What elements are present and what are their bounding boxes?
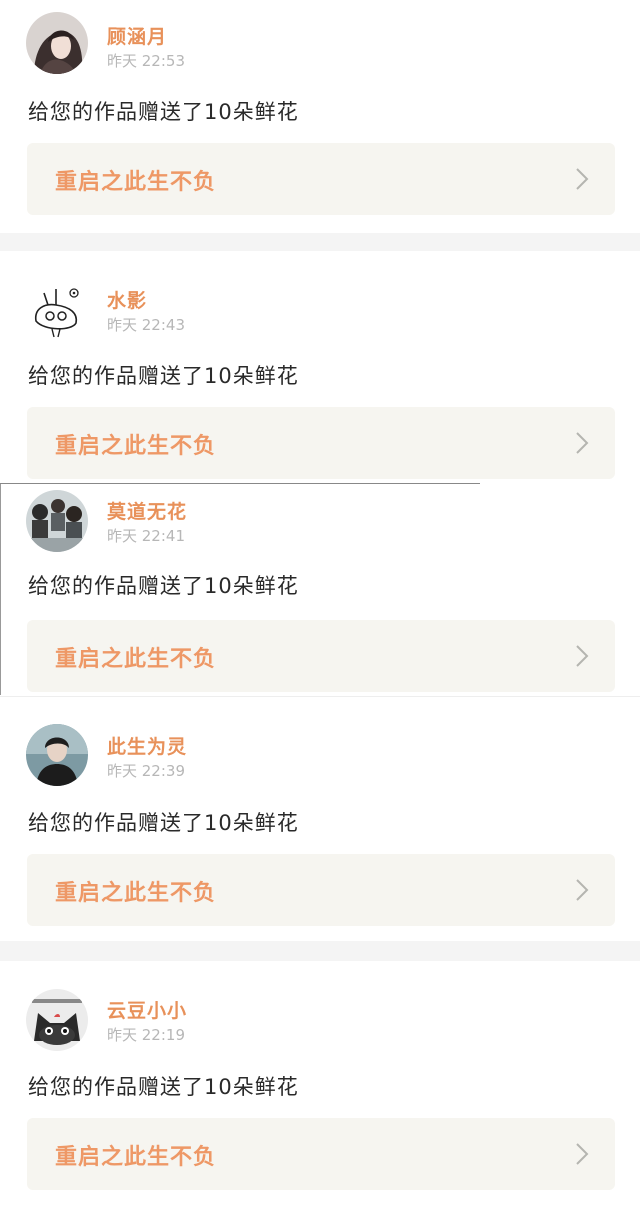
timestamp: 昨天 22:19 bbox=[107, 1026, 185, 1044]
work-link-card[interactable]: 重启之此生不负 bbox=[27, 1118, 615, 1190]
work-title: 重启之此生不负 bbox=[55, 881, 217, 906]
work-title: 重启之此生不负 bbox=[55, 434, 217, 459]
gift-message: 给您的作品赠送了10朵鲜花 bbox=[28, 574, 299, 598]
work-title: 重启之此生不负 bbox=[55, 647, 217, 672]
avatar-boy-portrait-icon[interactable] bbox=[26, 724, 88, 786]
work-link-card[interactable]: 重启之此生不负 bbox=[27, 620, 615, 692]
section-separator bbox=[0, 233, 640, 251]
avatar-cartoon-cat-icon[interactable] bbox=[26, 989, 88, 1051]
work-title: 重启之此生不负 bbox=[55, 1145, 217, 1170]
gift-message: 给您的作品赠送了10朵鲜花 bbox=[28, 100, 299, 124]
username[interactable]: 水影 bbox=[107, 286, 147, 313]
chevron-right-icon bbox=[576, 879, 589, 901]
notification-item[interactable]: 顾涵月 昨天 22:53 给您的作品赠送了10朵鲜花 重启之此生不负 bbox=[0, 0, 640, 233]
gift-message: 给您的作品赠送了10朵鲜花 bbox=[28, 364, 299, 388]
chevron-right-icon bbox=[576, 1143, 589, 1165]
timestamp: 昨天 22:39 bbox=[107, 762, 185, 780]
username[interactable]: 云豆小小 bbox=[107, 996, 187, 1023]
username[interactable]: 顾涵月 bbox=[107, 22, 167, 49]
notification-item[interactable]: 云豆小小 昨天 22:19 给您的作品赠送了10朵鲜花 重启之此生不负 bbox=[0, 961, 640, 1206]
username[interactable]: 莫道无花 bbox=[107, 497, 187, 524]
avatar-group-photo-icon[interactable] bbox=[26, 490, 88, 552]
section-separator bbox=[0, 941, 640, 961]
work-link-card[interactable]: 重启之此生不负 bbox=[27, 407, 615, 479]
work-title: 重启之此生不负 bbox=[55, 170, 217, 195]
timestamp: 昨天 22:43 bbox=[107, 316, 185, 334]
notification-item[interactable]: 莫道无花 昨天 22:41 给您的作品赠送了10朵鲜花 重启之此生不负 bbox=[0, 484, 640, 695]
gift-message: 给您的作品赠送了10朵鲜花 bbox=[28, 1075, 299, 1099]
username[interactable]: 此生为灵 bbox=[107, 732, 187, 759]
notification-item[interactable]: 此生为灵 昨天 22:39 给您的作品赠送了10朵鲜花 重启之此生不负 bbox=[0, 697, 640, 941]
chevron-right-icon bbox=[576, 168, 589, 190]
work-link-card[interactable]: 重启之此生不负 bbox=[27, 143, 615, 215]
avatar-girl-portrait-icon[interactable] bbox=[26, 12, 88, 74]
avatar-doodle-bunny-icon[interactable] bbox=[26, 279, 88, 341]
timestamp: 昨天 22:53 bbox=[107, 52, 185, 70]
work-link-card[interactable]: 重启之此生不负 bbox=[27, 854, 615, 926]
notification-item[interactable]: 水影 昨天 22:43 给您的作品赠送了10朵鲜花 重启之此生不负 bbox=[0, 251, 640, 483]
chevron-right-icon bbox=[576, 432, 589, 454]
timestamp: 昨天 22:41 bbox=[107, 527, 185, 545]
gift-message: 给您的作品赠送了10朵鲜花 bbox=[28, 811, 299, 835]
chevron-right-icon bbox=[576, 645, 589, 667]
